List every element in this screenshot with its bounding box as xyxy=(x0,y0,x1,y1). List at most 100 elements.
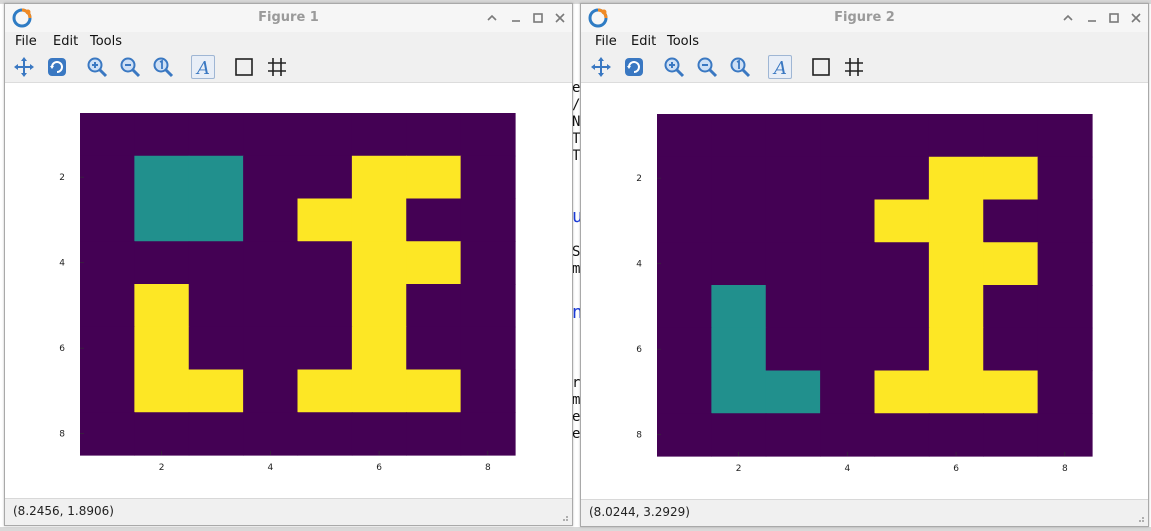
pan-button[interactable] xyxy=(589,55,613,79)
menu-tools[interactable]: Tools xyxy=(667,34,699,49)
minimize-button[interactable] xyxy=(507,9,525,27)
zoom-original-icon xyxy=(153,57,174,78)
heatmap-cell xyxy=(874,199,930,243)
resize-grip-icon[interactable] xyxy=(1135,513,1145,523)
heatmap-cell xyxy=(188,198,244,242)
figure-canvas[interactable]: 2 4 6 8 2 4 6 8 xyxy=(581,83,1148,500)
zoom-original-button[interactable] xyxy=(151,55,175,79)
heatmap-cell xyxy=(1037,285,1093,329)
y-tick-label: 4 xyxy=(59,259,65,269)
figure-canvas[interactable]: 2 4 6 8 2 4 6 8 xyxy=(5,83,572,499)
heatmap-cell xyxy=(297,113,353,157)
menu-edit[interactable]: Edit xyxy=(631,34,656,49)
svg-text:A: A xyxy=(772,58,787,78)
heatmap-cell xyxy=(460,369,516,413)
grid-button[interactable] xyxy=(842,55,866,79)
heatmap-cell xyxy=(134,284,190,328)
keep-above-button[interactable] xyxy=(483,9,501,27)
heatmap-cell xyxy=(1037,114,1093,158)
zoom-out-button[interactable] xyxy=(118,55,142,79)
resize-grip-icon[interactable] xyxy=(559,512,569,522)
heatmap-cell xyxy=(460,155,516,200)
heatmap-cell xyxy=(80,326,135,371)
heatmap-cell xyxy=(188,412,244,456)
heatmap-cell xyxy=(983,199,1039,243)
text-annotation-icon: A xyxy=(772,58,787,78)
heatmap-plot[interactable]: 2 4 6 8 2 4 6 8 xyxy=(5,83,572,499)
heatmap-cell xyxy=(765,370,821,414)
menu-edit[interactable]: Edit xyxy=(53,34,78,49)
zoom-original-button[interactable] xyxy=(728,55,752,79)
heatmap-cell xyxy=(406,241,462,285)
heatmap-cell xyxy=(983,242,1039,286)
heatmap-cell xyxy=(297,412,353,456)
heatmap-cell xyxy=(460,241,516,285)
menu-bar: File Edit Tools xyxy=(5,32,572,52)
x-tick-label: 8 xyxy=(485,463,491,473)
heatmap-cell xyxy=(983,285,1039,329)
axes-box-icon xyxy=(235,58,253,76)
menu-file[interactable]: File xyxy=(15,34,37,49)
pan-button[interactable] xyxy=(12,55,36,79)
zoom-out-button[interactable] xyxy=(695,55,719,79)
heatmap-cell xyxy=(657,285,712,329)
heatmap-cell xyxy=(874,242,930,286)
rotate-button[interactable] xyxy=(622,55,646,79)
rotate-button[interactable] xyxy=(45,55,69,79)
menu-tools[interactable]: Tools xyxy=(90,34,122,49)
title-bar[interactable]: Figure 1 xyxy=(5,4,572,33)
heatmap-cell xyxy=(406,326,462,371)
x-tick-label: 6 xyxy=(953,464,959,474)
heatmap-cell xyxy=(820,285,876,329)
axes-box-button[interactable] xyxy=(809,55,833,79)
title-bar[interactable]: Figure 2 xyxy=(581,4,1148,33)
figure-1-window[interactable]: Figure 1 File Edit Tools A 2 4 6 8 2 4 6… xyxy=(4,3,573,526)
figure-2-window[interactable]: Figure 2 File Edit Tools A 2 4 6 8 2 4 6… xyxy=(580,3,1149,527)
x-tick-label: 8 xyxy=(1062,464,1068,474)
heatmap-cell xyxy=(406,198,462,242)
heatmap-cell xyxy=(351,369,407,413)
heatmap-cell xyxy=(711,285,767,329)
heatmap-cell xyxy=(297,155,353,200)
heatmap-cell xyxy=(297,241,353,285)
heatmap-cell xyxy=(657,242,712,286)
zoom-in-button[interactable] xyxy=(85,55,109,79)
heatmap-cell xyxy=(928,370,984,414)
text-annotation-button[interactable]: A xyxy=(768,55,792,79)
heatmap-cell xyxy=(657,199,712,243)
heatmap-cell xyxy=(460,326,516,371)
axes-box-button[interactable] xyxy=(232,55,256,79)
heatmap-cell xyxy=(820,413,876,457)
maximize-button[interactable] xyxy=(529,9,547,27)
heatmap-cell xyxy=(983,327,1039,372)
heatmap-cell xyxy=(657,114,712,158)
heatmap-plot[interactable]: 2 4 6 8 2 4 6 8 xyxy=(581,83,1148,500)
maximize-button[interactable] xyxy=(1105,9,1123,27)
heatmap-cell xyxy=(765,242,821,286)
heatmap-cell xyxy=(243,369,299,413)
minimize-button[interactable] xyxy=(1083,9,1101,27)
text-annotation-button[interactable]: A xyxy=(191,55,215,79)
heatmap-cell xyxy=(765,285,821,329)
status-bar: (8.0244, 3.2929) xyxy=(581,499,1148,526)
close-button[interactable] xyxy=(551,9,569,27)
heatmap-cell xyxy=(80,113,135,157)
heatmap-cell xyxy=(874,285,930,329)
background-bottom-strip xyxy=(0,527,1151,531)
heatmap-cell xyxy=(657,156,712,201)
heatmap-cell xyxy=(243,326,299,371)
grid-button[interactable] xyxy=(265,55,289,79)
keep-above-button[interactable] xyxy=(1059,9,1077,27)
heatmap-cell xyxy=(765,156,821,201)
figure-toolbar: A xyxy=(5,52,572,83)
text-annotation-icon: A xyxy=(195,58,210,78)
axes-box-icon xyxy=(812,58,830,76)
zoom-in-button[interactable] xyxy=(662,55,686,79)
menu-file-label: File xyxy=(595,34,617,49)
heatmap-cell xyxy=(711,327,767,372)
rotate-icon xyxy=(625,58,643,76)
close-button[interactable] xyxy=(1127,9,1145,27)
heatmap-cell xyxy=(657,327,712,372)
menu-file[interactable]: File xyxy=(595,34,617,49)
menu-file-label: File xyxy=(15,34,37,49)
